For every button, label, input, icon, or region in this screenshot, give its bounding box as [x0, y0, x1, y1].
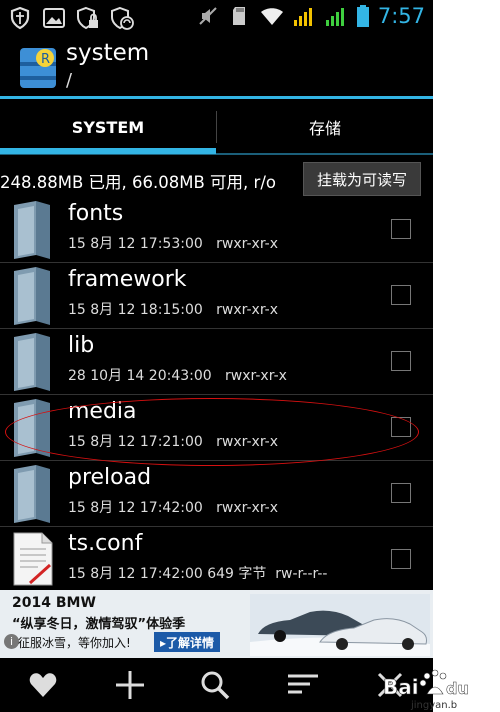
list-item[interactable]: framework 15 8月 12 18:15:00 rwxr-xr-x: [0, 263, 433, 329]
phone-screen: 7:57 R system / SYSTEM 存储 248.88MB 已用, 6…: [0, 0, 433, 712]
status-bar: 7:57: [0, 0, 433, 36]
list-item[interactable]: fonts 15 8月 12 17:53:00 rwxr-xr-x: [0, 197, 433, 263]
list-item[interactable]: preload 15 8月 12 17:42:00 rwxr-xr-x: [0, 461, 433, 527]
tab-bar: SYSTEM 存储: [0, 99, 433, 155]
bottom-toolbar: [0, 658, 433, 712]
app-logo-icon[interactable]: R: [18, 46, 58, 90]
file-meta: 15 8月 12 17:53:00 rwxr-xr-x: [68, 233, 278, 253]
mount-rw-button[interactable]: 挂载为可读写: [303, 162, 421, 196]
file-perms: rwxr-xr-x: [225, 368, 287, 384]
select-checkbox[interactable]: [391, 417, 411, 437]
heart-icon: [29, 673, 57, 697]
status-clock: 7:57: [377, 4, 425, 28]
folder-icon: [14, 201, 50, 259]
file-perms: rwxr-xr-x: [216, 500, 279, 516]
file-perms: rwxr-xr-x: [216, 434, 279, 450]
current-path: /: [66, 70, 73, 91]
select-checkbox[interactable]: [391, 351, 411, 371]
select-checkbox[interactable]: [391, 285, 411, 305]
wifi-icon: [260, 8, 283, 25]
svg-text:R: R: [41, 52, 50, 67]
ad-headline: “纵享冬日，激情驾驭”体验季: [12, 617, 186, 632]
list-item[interactable]: ts.conf 15 8月 12 17:42:00 649 字节 rw-r--r…: [0, 527, 433, 593]
car-image: [250, 594, 430, 656]
file-meta: 28 10月 14 20:43:00 rwxr-xr-x: [68, 365, 287, 385]
plus-icon: [116, 671, 144, 699]
baidu-watermark: Bai du jingyan.b: [383, 669, 469, 711]
file-meta: 15 8月 12 18:15:00 rwxr-xr-x: [68, 299, 278, 319]
folder-icon: [14, 465, 50, 523]
shield-icon: [10, 6, 30, 30]
tab-selected-indicator: [0, 148, 216, 154]
select-checkbox[interactable]: [391, 219, 411, 239]
file-meta: 15 8月 12 17:42:00 rwxr-xr-x: [68, 497, 278, 517]
app-title: system: [66, 40, 150, 66]
file-name: fonts: [68, 201, 124, 226]
file-name: ts.conf: [68, 531, 143, 556]
tab-system[interactable]: SYSTEM: [0, 99, 216, 155]
file-list: fonts 15 8月 12 17:53:00 rwxr-xr-x framew…: [0, 197, 433, 593]
page-margin: [433, 0, 500, 712]
file-date: 15 8月 12 17:53:00: [68, 236, 203, 252]
ad-learn-more-button[interactable]: ▸了解详情: [154, 632, 221, 652]
search-icon: [201, 671, 230, 700]
select-checkbox[interactable]: [391, 549, 411, 569]
favorites-button[interactable]: [8, 658, 78, 712]
file-name: preload: [68, 465, 152, 490]
file-meta: 15 8月 12 17:42:00 649 字节 rw-r--r--: [68, 563, 327, 583]
tab-label: SYSTEM: [71, 117, 145, 137]
file-meta: 15 8月 12 17:21:00 rwxr-xr-x: [68, 431, 278, 451]
ad-title: 2014 BMW: [12, 595, 96, 611]
file-perms: rwxr-xr-x: [216, 236, 279, 252]
file-date: 28 10月 14 20:43:00: [68, 368, 212, 384]
search-button[interactable]: [180, 658, 250, 712]
file-perms: rw-r--r--: [275, 566, 328, 582]
select-checkbox[interactable]: [391, 483, 411, 503]
file-date: 15 8月 12 17:42:00: [68, 566, 203, 582]
signal-icon: [293, 8, 312, 26]
add-button[interactable]: [95, 658, 165, 712]
file-size: 649 字节: [207, 566, 267, 582]
tab-label: 存储: [308, 119, 341, 138]
svg-text:du: du: [446, 679, 469, 698]
lock-shield-icon: [77, 6, 98, 30]
ad-banner[interactable]: 2014 BMW “纵享冬日，激情驾驭”体验季 i 征服冰雪，等你加入! ▸了解…: [0, 590, 433, 658]
sort-icon: [288, 674, 318, 694]
signal-icon: [325, 8, 344, 26]
list-item[interactable]: lib 28 10月 14 20:43:00 rwxr-xr-x: [0, 329, 433, 395]
battery-icon: [356, 5, 369, 27]
folder-icon: [14, 267, 50, 325]
file-date: 15 8月 12 18:15:00: [68, 302, 203, 318]
file-date: 15 8月 12 17:42:00: [68, 500, 203, 516]
file-perms: rwxr-xr-x: [216, 302, 279, 318]
sd-card-icon: [232, 7, 245, 25]
folder-icon: [14, 333, 50, 391]
tab-storage[interactable]: 存储: [217, 99, 433, 155]
file-date: 15 8月 12 17:21:00: [68, 434, 203, 450]
file-name: framework: [68, 267, 187, 292]
storage-info-bar: 248.88MB 已用, 66.08MB 可用, r/o 挂载为可读写: [0, 162, 433, 198]
lock-sync-icon: [111, 6, 134, 30]
svg-text:jingyan.b: jingyan.b: [410, 700, 457, 711]
sort-button[interactable]: [268, 658, 338, 712]
list-item[interactable]: media 15 8月 12 17:21:00 rwxr-xr-x: [0, 395, 433, 461]
picture-icon: [43, 8, 65, 28]
action-bar: R system /: [0, 36, 433, 98]
ad-subtext: 征服冰雪，等你加入!: [18, 636, 131, 650]
svg-text:Bai: Bai: [383, 675, 419, 699]
storage-info-text: 248.88MB 已用, 66.08MB 可用, r/o: [0, 173, 276, 192]
folder-icon: [14, 399, 50, 457]
file-name: lib: [68, 333, 95, 358]
mute-icon: [199, 7, 217, 25]
file-name: media: [68, 399, 137, 424]
document-icon: [13, 532, 53, 586]
info-icon[interactable]: i: [4, 634, 19, 649]
